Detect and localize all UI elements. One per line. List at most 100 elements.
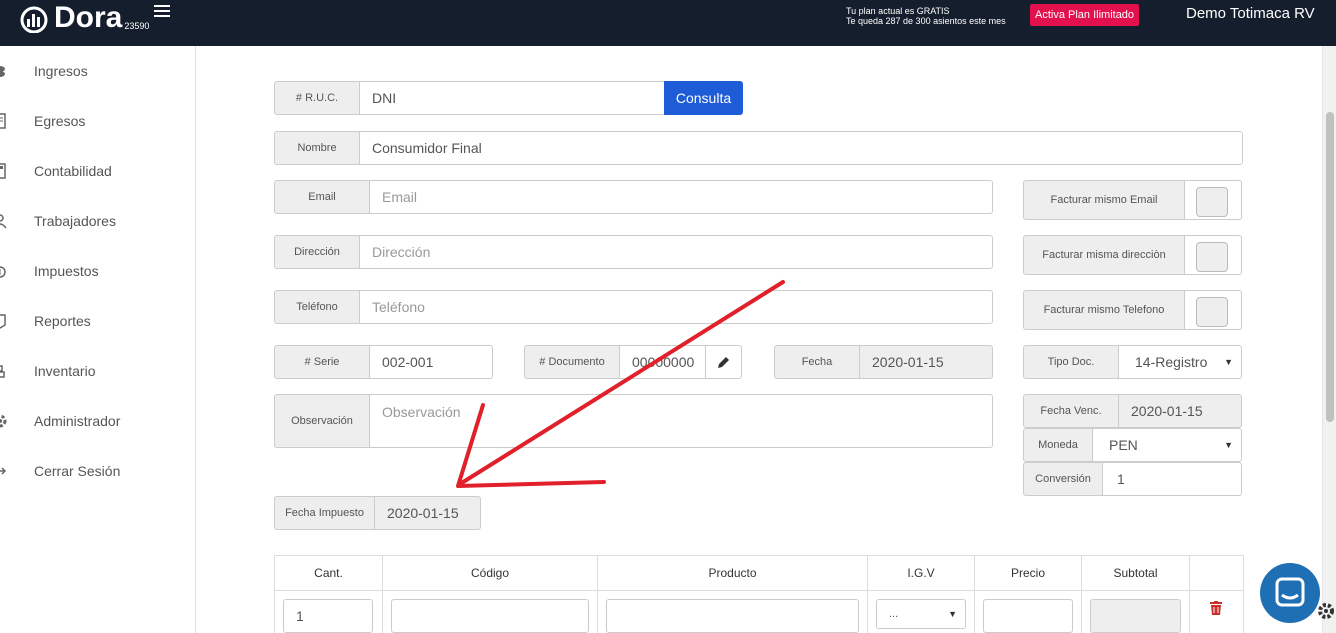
gear-icon: [0, 413, 10, 429]
tax-icon: [0, 263, 10, 279]
sidebar-item-inventario[interactable]: Inventario: [0, 351, 195, 391]
sidebar-item-label: Trabajadores: [34, 213, 116, 229]
sidebar-item-reportes[interactable]: Reportes: [0, 301, 195, 341]
nombre-input[interactable]: Consumidor Final: [359, 131, 1243, 165]
fecha-venc-label: Fecha Venc.: [1023, 394, 1119, 428]
email-label: Email: [274, 180, 370, 214]
menu-toggle-icon[interactable]: [154, 5, 170, 19]
conversion-input[interactable]: 1: [1102, 462, 1242, 496]
fecha-impuesto-input[interactable]: 2020-01-15: [374, 496, 481, 530]
cell-actions: [1189, 590, 1244, 633]
edit-documento-button[interactable]: [705, 345, 742, 379]
caret-down-icon: ▼: [948, 609, 957, 619]
facturar-email-toggle[interactable]: [1196, 187, 1228, 217]
sidebar: Ingresos Egresos Contabilidad Trabajador…: [0, 46, 196, 633]
sidebar-item-administrador[interactable]: Administrador: [0, 401, 195, 441]
column-header-producto: Producto: [597, 555, 868, 591]
upgrade-plan-button[interactable]: Activa Plan Ilimitado: [1030, 4, 1140, 26]
logout-icon: [0, 463, 10, 479]
facturar-telefono-toggle[interactable]: [1196, 297, 1228, 327]
direccion-label: Dirección: [274, 235, 360, 269]
sidebar-item-ingresos[interactable]: Ingresos: [0, 51, 195, 91]
sidebar-item-cerrar-sesion[interactable]: Cerrar Sesión: [0, 451, 195, 491]
direccion-input[interactable]: Dirección: [359, 235, 993, 269]
email-input[interactable]: Email: [369, 180, 993, 214]
sidebar-item-impuestos[interactable]: Impuestos: [0, 251, 195, 291]
brand-logo[interactable]: Dora 23590: [18, 1, 150, 34]
fecha-input[interactable]: 2020-01-15: [859, 345, 993, 379]
facturar-email-toggle-wrap: [1184, 180, 1242, 220]
facturar-direccion-label: Facturar misma direcciòn: [1023, 235, 1185, 275]
ruc-input[interactable]: DNI: [359, 81, 665, 115]
column-header-actions: [1189, 555, 1244, 591]
cell-producto: [597, 590, 868, 633]
users-icon: [0, 213, 10, 229]
cell-cantidad: 1: [274, 590, 383, 633]
cell-codigo: [382, 590, 598, 633]
fecha-venc-input[interactable]: 2020-01-15: [1118, 394, 1242, 428]
subtotal-input[interactable]: [1090, 599, 1181, 633]
brand-name: Dora: [54, 1, 123, 34]
chat-widget-button[interactable]: [1260, 563, 1320, 623]
sidebar-item-label: Inventario: [34, 363, 96, 379]
sidebar-item-label: Impuestos: [34, 263, 99, 279]
tipo-doc-value: 14-Registro: [1135, 354, 1208, 370]
user-name[interactable]: Demo Totimaca RV: [1186, 5, 1315, 22]
items-table: Cant. Código Producto I.G.V Precio Subto…: [274, 555, 1244, 633]
pencil-icon: [718, 356, 729, 368]
chat-icon: [1275, 577, 1305, 607]
fecha-impuesto-label: Fecha Impuesto: [274, 496, 375, 530]
cell-igv: ... ▼: [867, 590, 975, 633]
sidebar-item-label: Ingresos: [34, 63, 88, 79]
cell-precio: [974, 590, 1082, 633]
caret-down-icon: ▼: [1224, 357, 1233, 367]
column-header-precio: Precio: [974, 555, 1082, 591]
nombre-label: Nombre: [274, 131, 360, 165]
fecha-label: Fecha: [774, 345, 860, 379]
top-bar: Dora 23590 Tu plan actual es GRATIS Te q…: [0, 0, 1336, 46]
tipo-doc-label: Tipo Doc.: [1023, 345, 1119, 379]
tipo-doc-select[interactable]: 14-Registro ▼: [1118, 345, 1242, 379]
documento-input[interactable]: 00000000: [619, 345, 706, 379]
plan-status-text: Tu plan actual es GRATIS: [846, 6, 950, 16]
serie-label: # Serie: [274, 345, 370, 379]
column-header-cantidad: Cant.: [274, 555, 383, 591]
scrollbar-thumb[interactable]: [1326, 112, 1334, 422]
moneda-value: PEN: [1109, 437, 1138, 453]
boxes-icon: [0, 363, 10, 379]
settings-gear-icon[interactable]: [1317, 602, 1335, 620]
moneda-select[interactable]: PEN ▼: [1092, 428, 1242, 462]
column-header-subtotal: Subtotal: [1081, 555, 1190, 591]
sidebar-item-trabajadores[interactable]: Trabajadores: [0, 201, 195, 241]
documento-label: # Documento: [524, 345, 620, 379]
sidebar-item-label: Cerrar Sesión: [34, 463, 121, 479]
sidebar-item-label: Egresos: [34, 113, 86, 129]
account-number: 23590: [124, 21, 150, 31]
sidebar-item-label: Reportes: [34, 313, 91, 329]
facturar-direccion-toggle[interactable]: [1196, 242, 1228, 272]
sidebar-item-label: Administrador: [34, 413, 121, 429]
precio-input[interactable]: [983, 599, 1073, 633]
plan-info: Tu plan actual es GRATIS Te queda 287 de…: [846, 6, 1006, 26]
trash-icon[interactable]: [1210, 601, 1222, 615]
serie-input[interactable]: 002-001: [369, 345, 493, 379]
codigo-input[interactable]: [391, 599, 589, 633]
facturar-email-label: Facturar mismo Email: [1023, 180, 1185, 220]
conversion-label: Conversión: [1023, 462, 1103, 496]
page-scrollbar[interactable]: [1322, 46, 1336, 633]
consulta-button[interactable]: Consulta: [664, 81, 743, 115]
sidebar-item-contabilidad[interactable]: Contabilidad: [0, 151, 195, 191]
observacion-label: Observación: [274, 394, 370, 448]
igv-select[interactable]: ... ▼: [876, 599, 966, 629]
report-icon: [0, 313, 10, 329]
telefono-input[interactable]: Teléfono: [359, 290, 993, 324]
sidebar-item-egresos[interactable]: Egresos: [0, 101, 195, 141]
igv-value: ...: [889, 608, 899, 620]
logo-chart-icon: [18, 5, 52, 34]
producto-input[interactable]: [606, 599, 859, 633]
calculator-icon: [0, 163, 10, 179]
observacion-textarea[interactable]: Observación: [369, 394, 993, 448]
cantidad-input[interactable]: 1: [283, 599, 373, 633]
table-row: 1 ... ▼: [274, 590, 1244, 633]
sidebar-item-label: Contabilidad: [34, 163, 112, 179]
